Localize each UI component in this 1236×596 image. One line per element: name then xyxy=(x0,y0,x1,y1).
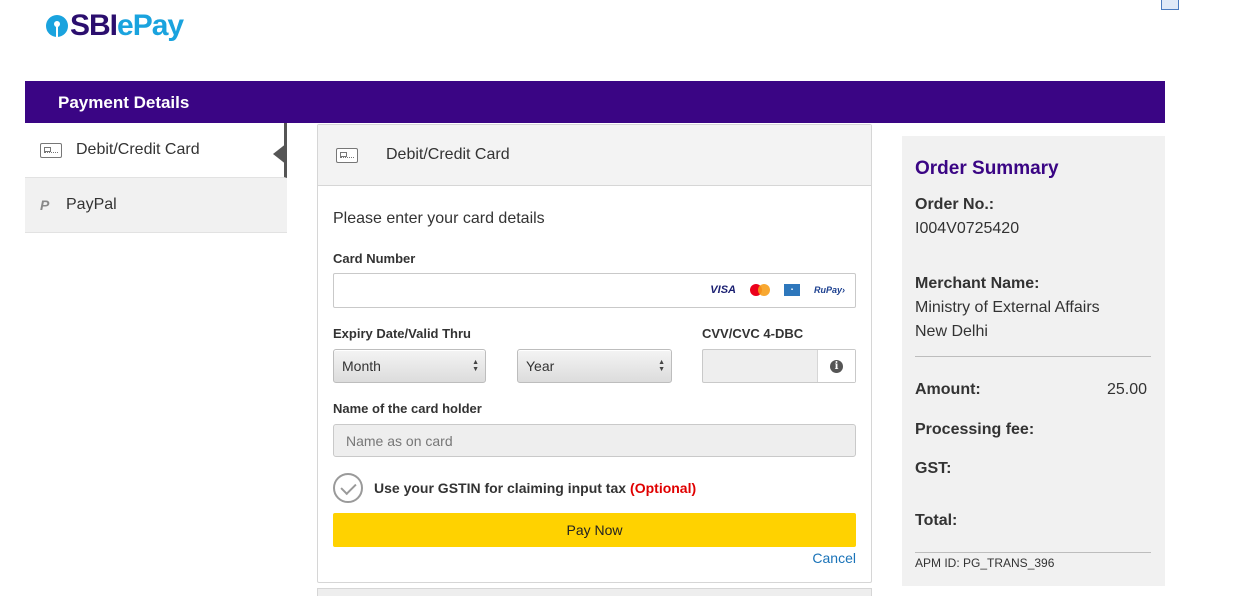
panel-header: Debit/Credit Card xyxy=(318,125,871,186)
help-icon[interactable] xyxy=(1161,0,1179,10)
amount-value: 25.00 xyxy=(1106,381,1147,398)
form-intro: Please enter your card details xyxy=(333,210,545,227)
panel-title: Debit/Credit Card xyxy=(386,146,510,163)
select-arrows-icon: ▲ ▼ xyxy=(472,359,479,373)
order-no-value: I004V0725420 xyxy=(915,220,1020,237)
next-panel-edge xyxy=(317,588,872,596)
select-arrows-icon: ▲ ▼ xyxy=(658,359,665,373)
year-value: Year xyxy=(526,358,555,374)
order-no-label: Order No.: xyxy=(915,196,995,213)
cvv-info-button[interactable]: i xyxy=(817,350,855,382)
cvv-input[interactable]: i xyxy=(702,349,856,383)
cancel-link[interactable]: Cancel xyxy=(812,550,856,566)
sbi-logo-mark xyxy=(46,15,68,37)
total-label: Total: xyxy=(915,512,958,529)
nav-item-label: PayPal xyxy=(66,196,117,213)
info-icon: i xyxy=(830,359,843,373)
merchant-label: Merchant Name: xyxy=(915,275,1040,292)
nav-item-debit-credit-card[interactable]: Debit/Credit Card xyxy=(25,123,287,178)
cardholder-placeholder: Name as on card xyxy=(346,432,453,449)
order-summary-title: Order Summary xyxy=(915,158,1059,179)
processing-fee-label: Processing fee: xyxy=(915,421,1035,438)
active-indicator-arrow xyxy=(273,143,287,165)
header-bar: Payment Details xyxy=(25,81,1165,123)
gstin-optional-label: (Optional) xyxy=(630,480,697,496)
gstin-text: Use your GSTIN for claiming input tax xyxy=(374,480,627,496)
nav-item-paypal[interactable]: P PayPal xyxy=(25,178,287,233)
payment-method-nav: Debit/Credit Card P PayPal xyxy=(25,123,287,233)
card-number-label: Card Number xyxy=(333,251,416,266)
page-title: Payment Details xyxy=(58,93,190,112)
divider xyxy=(915,552,1151,553)
gst-label: GST: xyxy=(915,460,952,477)
gstin-checkbox[interactable] xyxy=(333,473,363,503)
card-brands: VISA ▪ RuPay› xyxy=(710,284,845,296)
nav-item-label: Debit/Credit Card xyxy=(76,141,200,158)
card-number-input[interactable]: VISA ▪ RuPay› xyxy=(333,273,856,308)
amex-icon: ▪ xyxy=(783,284,800,296)
card-icon xyxy=(40,142,62,158)
card-icon xyxy=(336,147,358,163)
paypal-icon: P xyxy=(40,197,50,213)
merchant-name-line1: Ministry of External Affairs xyxy=(915,299,1100,316)
expiry-month-select[interactable]: Month ▲ ▼ xyxy=(333,349,486,383)
order-summary: Order Summary Order No.: I004V0725420 Me… xyxy=(902,136,1165,586)
expiry-year-select[interactable]: Year ▲ ▼ xyxy=(517,349,672,383)
mastercard-icon xyxy=(749,284,770,296)
apm-id: APM ID: PG_TRANS_396 xyxy=(915,556,1055,570)
visa-icon: VISA xyxy=(710,284,736,296)
gstin-option[interactable]: Use your GSTIN for claiming input tax (O… xyxy=(333,473,696,503)
cardholder-name-input[interactable]: Name as on card xyxy=(333,424,856,457)
month-value: Month xyxy=(342,358,381,374)
amount-label: Amount: xyxy=(915,381,981,398)
rupay-icon: RuPay› xyxy=(813,285,845,295)
merchant-name-line2: New Delhi xyxy=(915,323,988,340)
divider xyxy=(915,356,1151,357)
cvv-label: CVV/CVC 4-DBC xyxy=(702,326,804,341)
cardholder-label: Name of the card holder xyxy=(333,401,482,416)
pay-now-button[interactable]: Pay Now xyxy=(333,513,856,547)
expiry-label: Expiry Date/Valid Thru xyxy=(333,326,471,341)
logo-text: SBIePay xyxy=(70,9,184,42)
card-payment-panel: Debit/Credit Card Please enter your card… xyxy=(317,124,872,583)
sbiepay-logo: SBIePay xyxy=(46,8,184,44)
